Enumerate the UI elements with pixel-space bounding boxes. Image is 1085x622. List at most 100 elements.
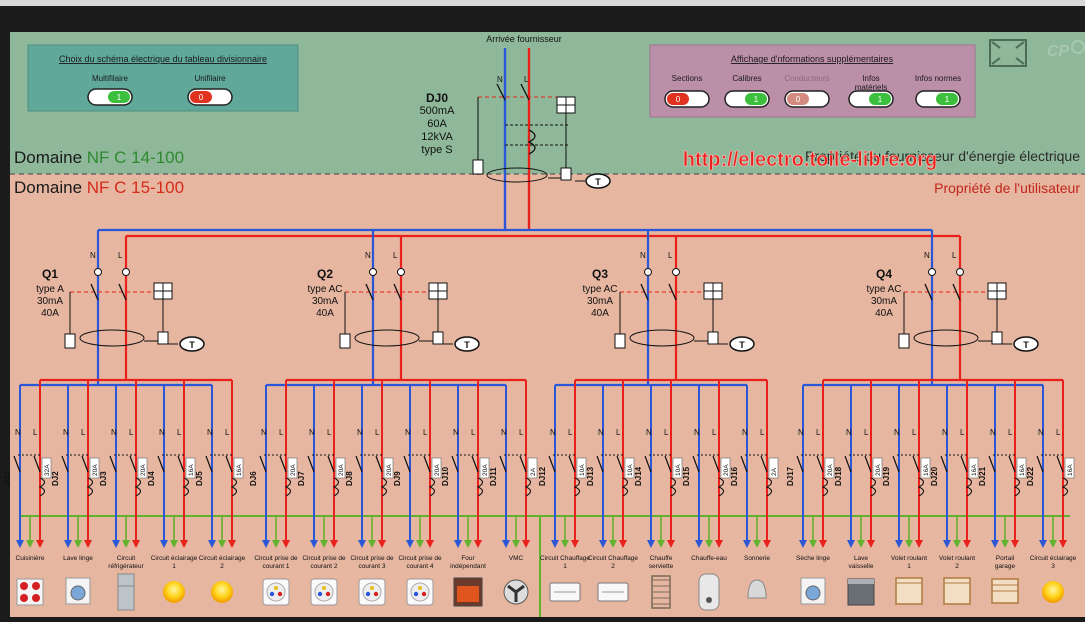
- load-label: Cuisinière: [16, 555, 45, 562]
- breaker-n-label: N: [990, 428, 996, 437]
- rcd-l-label: L: [393, 251, 398, 260]
- breaker-name: DJ11: [489, 467, 498, 486]
- breaker-rating: 10A: [627, 464, 634, 476]
- breaker-l-label: L: [864, 428, 869, 437]
- breaker-l-label: L: [912, 428, 917, 437]
- svg-text:Circuit éclairage: Circuit éclairage: [199, 555, 246, 562]
- svg-text:2: 2: [220, 563, 224, 570]
- rcd-spec: type AC: [866, 284, 901, 295]
- heater-icon: [597, 582, 629, 602]
- schema-panel-title: Choix du schéma électrique du tableau di…: [59, 54, 267, 64]
- breaker-l-label: L: [33, 428, 38, 437]
- breaker-l-label: L: [519, 428, 524, 437]
- toggle-state-glyph: 1: [878, 95, 883, 104]
- breaker-n-label: N: [846, 428, 852, 437]
- rcd-spec: type AC: [582, 284, 617, 295]
- schema-canvas: Choix du schéma électrique du tableau di…: [0, 0, 1085, 617]
- multifilaire-toggle[interactable]: 1: [87, 88, 133, 106]
- info-toggle-label: Sections: [672, 74, 703, 83]
- breaker-rating: 20A: [386, 464, 393, 476]
- main-breaker-spec: 60A: [427, 118, 447, 130]
- svg-text:VMC: VMC: [509, 555, 524, 562]
- supply-label: Arrivée fournisseur: [486, 34, 562, 44]
- svg-text:Circuit: Circuit: [117, 555, 136, 562]
- svg-text:garage: garage: [995, 563, 1016, 570]
- breaker-rating: 16A: [971, 464, 978, 476]
- load-label: Sonnerie: [744, 555, 770, 562]
- outlet-icon: [310, 578, 338, 606]
- breaker-name: DJ3: [99, 471, 108, 486]
- info-toggle-label: Conducteurs: [784, 74, 829, 83]
- website-url[interactable]: http://electro.toile-libre.org: [682, 149, 937, 172]
- bulb-icon: [211, 581, 233, 603]
- load-label: Lave linge: [63, 555, 93, 562]
- svg-text:Lave: Lave: [854, 555, 868, 562]
- svg-text:Circuit prise de: Circuit prise de: [398, 555, 442, 562]
- breaker-n-label: N: [405, 428, 411, 437]
- breaker-n-label: N: [111, 428, 117, 437]
- breaker-n-label: N: [894, 428, 900, 437]
- outlet-icon: [406, 578, 434, 606]
- breaker-name: DJ18: [834, 466, 843, 486]
- svg-text:T: T: [1023, 340, 1029, 350]
- rcd-n-label: N: [90, 251, 96, 260]
- main-breaker-name: DJ0: [426, 91, 448, 105]
- info-panel-title: Affichage d'nformations supplémentaires: [731, 54, 894, 64]
- breaker-l-label: L: [129, 428, 134, 437]
- unifilaire-toggle[interactable]: 0: [187, 88, 233, 106]
- gate-icon: [991, 578, 1019, 604]
- breaker-name: DJ2: [51, 471, 60, 486]
- svg-text:Cuisinière: Cuisinière: [16, 555, 45, 562]
- breaker-n-label: N: [453, 428, 459, 437]
- fan-icon: [503, 579, 529, 605]
- load-label: Portailgarage: [995, 555, 1016, 570]
- rcd-l-label: L: [668, 251, 673, 260]
- unifilaire-label: Unifilaire: [194, 74, 226, 83]
- toggle-state-glyph: 0: [796, 95, 801, 104]
- fridge-icon: [117, 573, 135, 611]
- info-toggle-2[interactable]: Conducteurs 0: [784, 74, 830, 108]
- rcd-test-button[interactable]: T: [1013, 336, 1039, 352]
- top-strip: [0, 0, 1085, 6]
- main-n-label: N: [497, 75, 503, 84]
- breaker-n-label: N: [309, 428, 315, 437]
- breaker-rating: 20A: [482, 464, 489, 476]
- breaker-l-label: L: [1008, 428, 1013, 437]
- breaker-l-label: L: [81, 428, 86, 437]
- shutter-icon: [895, 577, 923, 605]
- breaker-l-label: L: [177, 428, 182, 437]
- rcd-test-button[interactable]: T: [454, 336, 480, 352]
- breaker-name: DJ19: [882, 466, 891, 486]
- breaker-n-label: N: [598, 428, 604, 437]
- load-label: Chauffeserviette: [649, 555, 674, 570]
- breaker-n-label: N: [798, 428, 804, 437]
- breaker-name: DJ13: [586, 466, 595, 486]
- rcd-test-button[interactable]: T: [179, 336, 205, 352]
- breaker-l-label: L: [760, 428, 765, 437]
- rcd-spec: 40A: [316, 308, 334, 319]
- oven-icon: [453, 577, 483, 607]
- breaker-l-label: L: [225, 428, 230, 437]
- load-label: Chauffe-eau: [691, 555, 727, 562]
- breaker-l-label: L: [327, 428, 332, 437]
- breaker-rating: 20A: [338, 464, 345, 476]
- svg-text:Circuit Chauffage: Circuit Chauffage: [540, 555, 590, 562]
- svg-text:T: T: [595, 177, 601, 187]
- user-ownership: Propriété de l'utilisateur: [934, 180, 1080, 196]
- breaker-l-label: L: [1056, 428, 1061, 437]
- breaker-name: DJ15: [682, 466, 691, 486]
- rcd-spec: 40A: [41, 308, 59, 319]
- breaker-name: DJ6: [249, 471, 258, 486]
- main-test-button[interactable]: T: [585, 173, 611, 189]
- breaker-name: DJ4: [147, 471, 156, 486]
- breaker-name: DJ21: [978, 466, 987, 486]
- svg-text:Chauffe-eau: Chauffe-eau: [691, 555, 727, 562]
- rcd-name: Q1: [42, 267, 58, 281]
- breaker-l-label: L: [712, 428, 717, 437]
- svg-text:T: T: [739, 340, 745, 350]
- rcd-test-button[interactable]: T: [729, 336, 755, 352]
- breaker-n-label: N: [63, 428, 69, 437]
- main-breaker-spec: 12kVA: [421, 131, 453, 143]
- svg-text:T: T: [464, 340, 470, 350]
- rcd-n-label: N: [640, 251, 646, 260]
